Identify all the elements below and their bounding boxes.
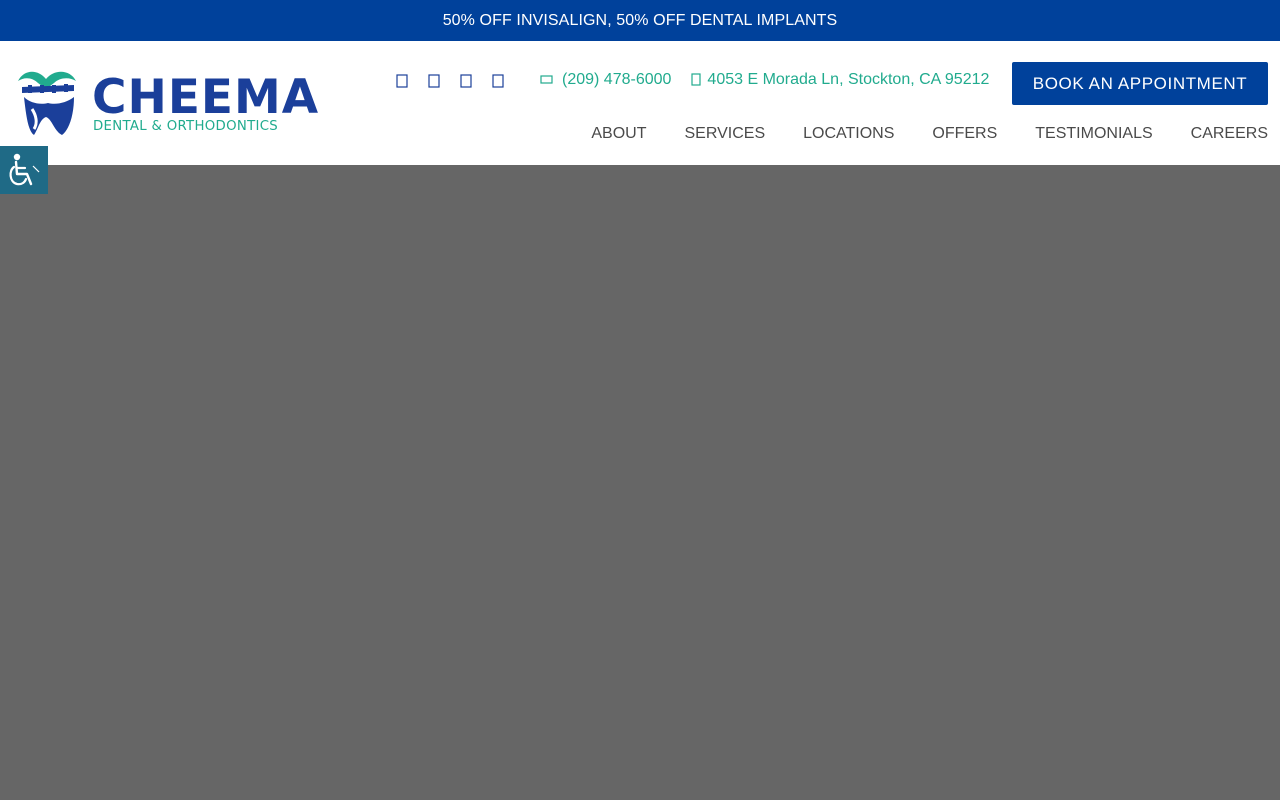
phone-icon xyxy=(540,75,553,84)
social-links xyxy=(394,73,506,89)
main-nav: ABOUT SERVICES LOCATIONS OFFERS TESTIMON… xyxy=(591,125,1268,143)
address-link[interactable]: 4053 E Morada Ln, Stockton, CA 95212 xyxy=(691,71,989,89)
instagram-icon[interactable] xyxy=(426,73,442,89)
accessibility-button[interactable] xyxy=(0,146,48,194)
promo-banner[interactable]: 50% OFF INVISALIGN, 50% OFF DENTAL IMPLA… xyxy=(0,0,1280,41)
wheelchair-icon xyxy=(9,153,40,186)
book-appointment-label: BOOK AN APPOINTMENT xyxy=(1032,73,1248,93)
logo[interactable]: CHEEMA DENTAL & ORTHODONTICS xyxy=(16,69,318,139)
hero-section xyxy=(0,165,1280,800)
site-header: CHEEMA DENTAL & ORTHODONTICS (209) 478-6… xyxy=(0,41,1280,165)
yelp-icon[interactable] xyxy=(490,73,506,89)
phone-number[interactable]: (209) 478-6000 xyxy=(562,71,671,89)
contact-info: (209) 478-6000 4053 E Morada Ln, Stockto… xyxy=(540,71,989,89)
google-icon[interactable] xyxy=(458,73,474,89)
nav-item-offers[interactable]: OFFERS xyxy=(932,125,997,143)
nav-item-services[interactable]: SERVICES xyxy=(684,125,765,143)
address-text[interactable]: 4053 E Morada Ln, Stockton, CA 95212 xyxy=(707,71,989,89)
map-marker-icon xyxy=(691,73,702,86)
nav-item-testimonials[interactable]: TESTIMONIALS xyxy=(1035,125,1152,143)
nav-item-locations[interactable]: LOCATIONS xyxy=(803,125,894,143)
facebook-icon[interactable] xyxy=(394,73,410,89)
logo-tagline: DENTAL & ORTHODONTICS xyxy=(93,119,279,134)
nav-item-about[interactable]: ABOUT xyxy=(591,125,646,143)
tooth-logo-icon xyxy=(18,71,76,135)
book-appointment-button[interactable]: BOOK AN APPOINTMENT xyxy=(1012,62,1268,105)
nav-item-careers[interactable]: CAREERS xyxy=(1191,125,1268,143)
promo-text[interactable]: 50% OFF INVISALIGN, 50% OFF DENTAL IMPLA… xyxy=(443,12,838,30)
phone-link[interactable]: (209) 478-6000 xyxy=(540,71,671,89)
